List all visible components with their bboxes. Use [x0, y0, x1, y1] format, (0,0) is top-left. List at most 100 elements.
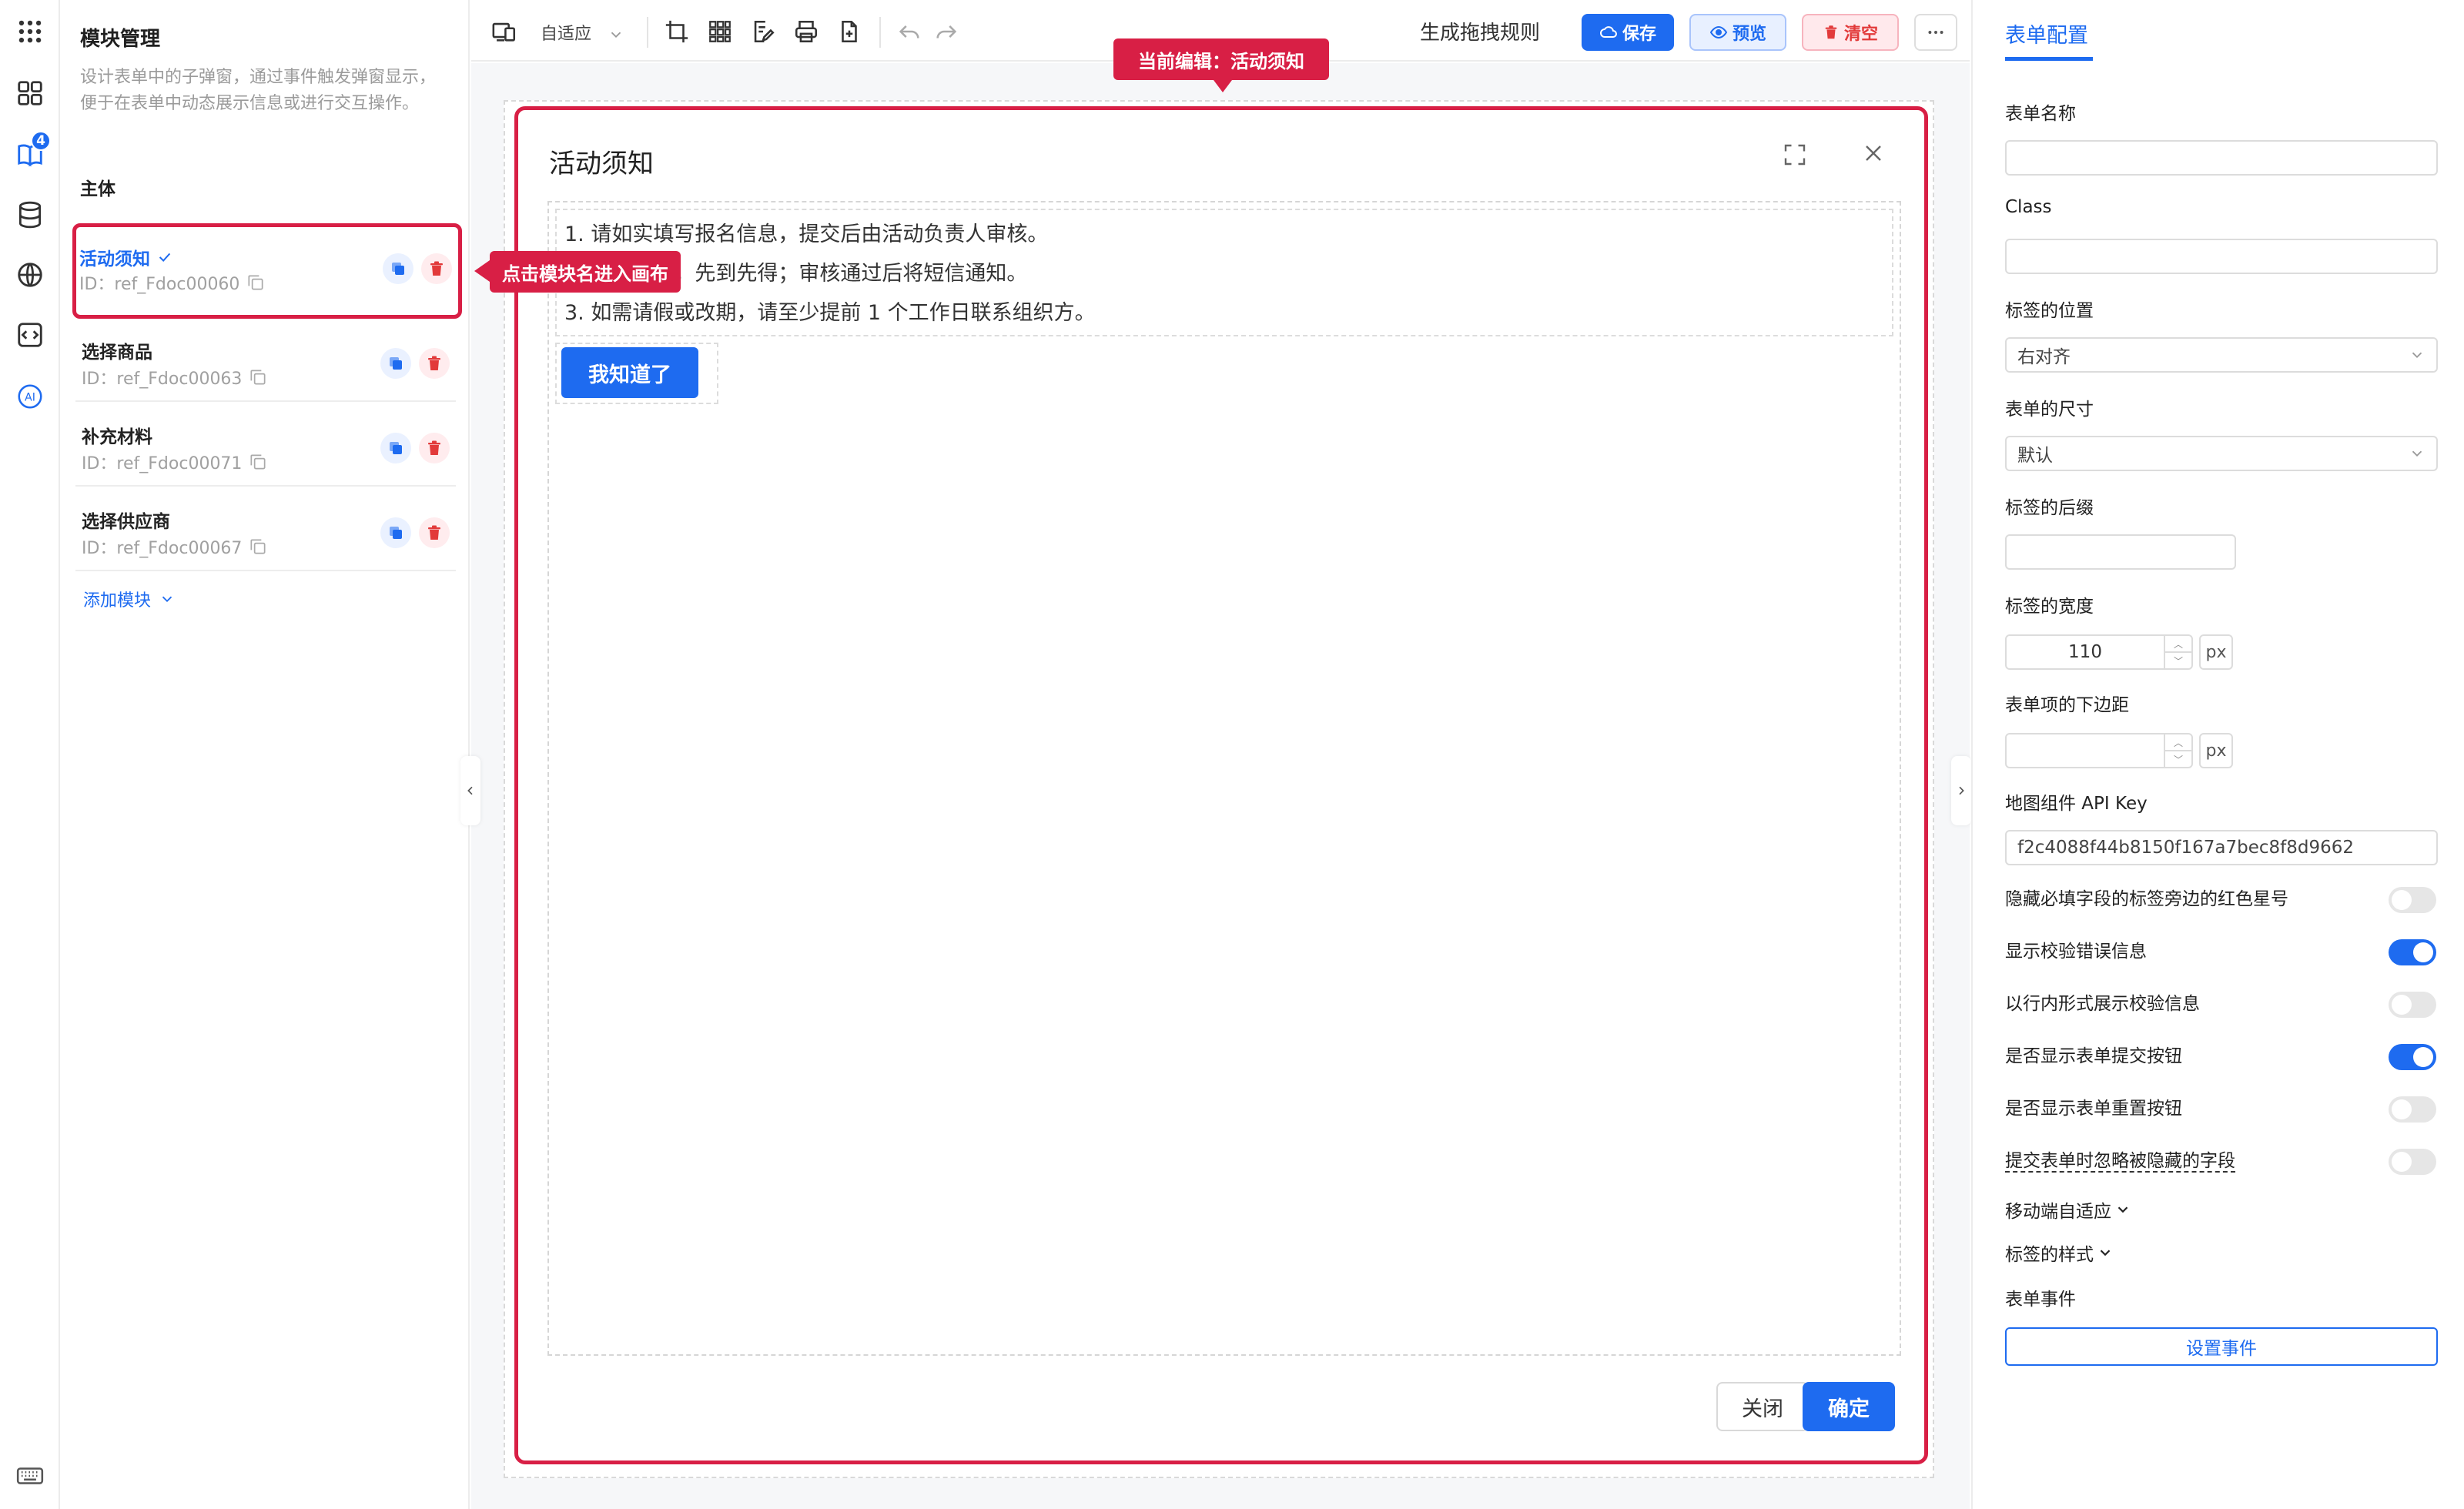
tab-form-config[interactable]: 表单配置 — [2005, 18, 2088, 49]
database-icon[interactable] — [14, 199, 46, 231]
label-style-expander[interactable]: 标签的样式 — [2005, 1240, 2114, 1266]
form-size-value[interactable]: 默认 — [2017, 440, 2053, 467]
stepper-controls[interactable]: ︿ ﹀ — [2164, 636, 2191, 668]
class-input[interactable] — [2005, 239, 2438, 274]
module-id: ID：ref_Fdoc00071 — [82, 450, 268, 474]
duplicate-button[interactable] — [380, 433, 411, 463]
grid-icon[interactable] — [705, 17, 735, 46]
crop-icon[interactable] — [662, 17, 691, 46]
import-icon[interactable] — [835, 17, 864, 46]
preview-button[interactable]: 预览 — [1689, 14, 1786, 51]
decrement-icon[interactable]: ﹀ — [2165, 751, 2191, 767]
label-width-stepper[interactable]: 110 ︿ ﹀ — [2005, 634, 2193, 670]
label-suffix-input[interactable] — [2005, 534, 2236, 570]
module-panel-title: 模块管理 — [80, 28, 161, 51]
dialog-ok-button[interactable]: 确定 — [1803, 1382, 1895, 1431]
show-submit-button-toggle[interactable] — [2389, 1044, 2436, 1070]
increment-icon[interactable]: ︿ — [2165, 734, 2191, 751]
module-item[interactable]: 选择供应商 ID：ref_Fdoc00067 — [75, 488, 456, 571]
module-name-text[interactable]: 活动须知 — [79, 244, 150, 270]
delete-button[interactable] — [419, 517, 450, 548]
clear-button[interactable]: 清空 — [1802, 14, 1899, 51]
apps-icon[interactable] — [14, 77, 46, 109]
form-size-select[interactable]: 默认 — [2005, 436, 2438, 471]
undo-icon[interactable] — [895, 17, 924, 46]
acknowledge-button[interactable]: 我知道了 — [561, 347, 698, 398]
add-module-button[interactable]: 添加模块 — [83, 587, 176, 611]
module-item[interactable]: 选择商品 ID：ref_Fdoc00063 — [75, 319, 456, 402]
dialog-cancel-button[interactable]: 关闭 — [1716, 1382, 1809, 1431]
dialog-module-editor[interactable]: 活动须知 1. 请如实填写报名信息，提交后由活动负责人审核。 2. 名额有限，先… — [514, 106, 1928, 1464]
module-name[interactable]: 选择供应商 — [82, 507, 170, 533]
duplicate-button[interactable] — [380, 517, 411, 548]
module-name[interactable]: 活动须知 — [79, 244, 173, 270]
keyboard-icon[interactable] — [14, 1460, 46, 1492]
save-button[interactable]: 保存 — [1582, 14, 1674, 51]
label-style-label[interactable]: 标签的样式 — [2005, 1240, 2094, 1266]
ignore-hidden-fields-toggle[interactable] — [2389, 1149, 2436, 1175]
item-margin-stepper[interactable]: ︿ ﹀ — [2005, 733, 2193, 768]
label-width-value[interactable]: 110 — [2068, 642, 2102, 662]
mobile-adapt-expander[interactable]: 移动端自适应 — [2005, 1196, 2131, 1223]
label-width-unit: px — [2199, 634, 2233, 670]
set-event-button[interactable]: 设置事件 — [2005, 1327, 2438, 1366]
chevron-down-icon — [2412, 450, 2422, 457]
label-position-value[interactable]: 右对齐 — [2017, 342, 2071, 368]
show-reset-button-toggle[interactable] — [2389, 1096, 2436, 1123]
preview-label[interactable]: 预览 — [1732, 20, 1766, 45]
fullscreen-icon[interactable] — [1781, 141, 1809, 169]
delete-button[interactable] — [419, 348, 450, 379]
adapt-select-label[interactable]: 自适应 — [541, 25, 591, 44]
stepper-controls[interactable]: ︿ ﹀ — [2164, 734, 2191, 767]
increment-icon[interactable]: ︿ — [2165, 636, 2191, 653]
button-wrapper[interactable]: 我知道了 — [555, 343, 718, 404]
module-id-text: ID：ref_Fdoc00067 — [82, 539, 243, 558]
duplicate-button[interactable] — [383, 253, 413, 284]
module-item[interactable]: 补充材料 ID：ref_Fdoc00071 — [75, 403, 456, 487]
module-name[interactable]: 选择商品 — [82, 337, 152, 363]
label-position-select[interactable]: 右对齐 — [2005, 337, 2438, 373]
chevron-down-icon — [2412, 352, 2422, 359]
duplicate-button[interactable] — [380, 348, 411, 379]
hide-required-asterisk-toggle[interactable] — [2389, 887, 2436, 913]
edit-doc-icon[interactable] — [748, 17, 778, 46]
module-item[interactable]: 活动须知 ID：ref_Fdoc00060 — [72, 223, 462, 319]
show-validation-errors-toggle[interactable] — [2389, 939, 2436, 965]
generate-rule-button[interactable]: 生成拖拽规则 — [1420, 17, 1540, 45]
map-key-input[interactable]: f2c4088f44b8150f167a7bec8f8d9662 — [2005, 830, 2438, 865]
section-label: 主体 — [80, 179, 116, 199]
form-name-input[interactable] — [2005, 140, 2438, 176]
book-icon[interactable]: 4 — [14, 131, 51, 171]
globe-icon[interactable] — [14, 259, 46, 291]
notice-text-block[interactable]: 1. 请如实填写报名信息，提交后由活动负责人审核。 2. 名额有限，先到先得；审… — [555, 209, 1893, 336]
device-icon[interactable] — [490, 17, 519, 46]
copy-icon[interactable] — [248, 367, 268, 387]
delete-button[interactable] — [421, 253, 452, 284]
copy-icon[interactable] — [246, 273, 266, 293]
ai-icon[interactable]: AI — [14, 380, 46, 413]
adapt-select[interactable]: 自适应 — [541, 20, 624, 45]
print-icon[interactable] — [792, 17, 821, 46]
delete-button[interactable] — [419, 433, 450, 463]
chevron-right-icon — [1959, 786, 1964, 795]
clear-label[interactable]: 清空 — [1844, 20, 1878, 45]
save-label[interactable]: 保存 — [1622, 20, 1656, 45]
collapse-left-button[interactable] — [460, 756, 480, 825]
inline-validation-toggle[interactable] — [2389, 992, 2436, 1018]
collapse-right-button[interactable] — [1951, 756, 1971, 825]
redo-icon[interactable] — [932, 17, 961, 46]
mobile-adapt-label[interactable]: 移动端自适应 — [2005, 1196, 2111, 1223]
decrement-icon[interactable]: ﹀ — [2165, 653, 2191, 668]
code-icon[interactable] — [14, 319, 46, 351]
chevron-down-icon — [2118, 1206, 2128, 1213]
label-width-label: 标签的宽度 — [2005, 597, 2094, 617]
more-button[interactable] — [1914, 14, 1957, 51]
grid-dots-icon[interactable] — [14, 15, 46, 48]
module-name[interactable]: 补充材料 — [82, 422, 152, 448]
duplicate-icon — [390, 527, 402, 539]
copy-icon[interactable] — [248, 537, 268, 557]
copy-icon[interactable] — [248, 452, 268, 472]
add-module-label[interactable]: 添加模块 — [83, 587, 151, 611]
close-icon[interactable] — [1860, 139, 1887, 167]
notification-badge: 4 — [31, 131, 51, 151]
